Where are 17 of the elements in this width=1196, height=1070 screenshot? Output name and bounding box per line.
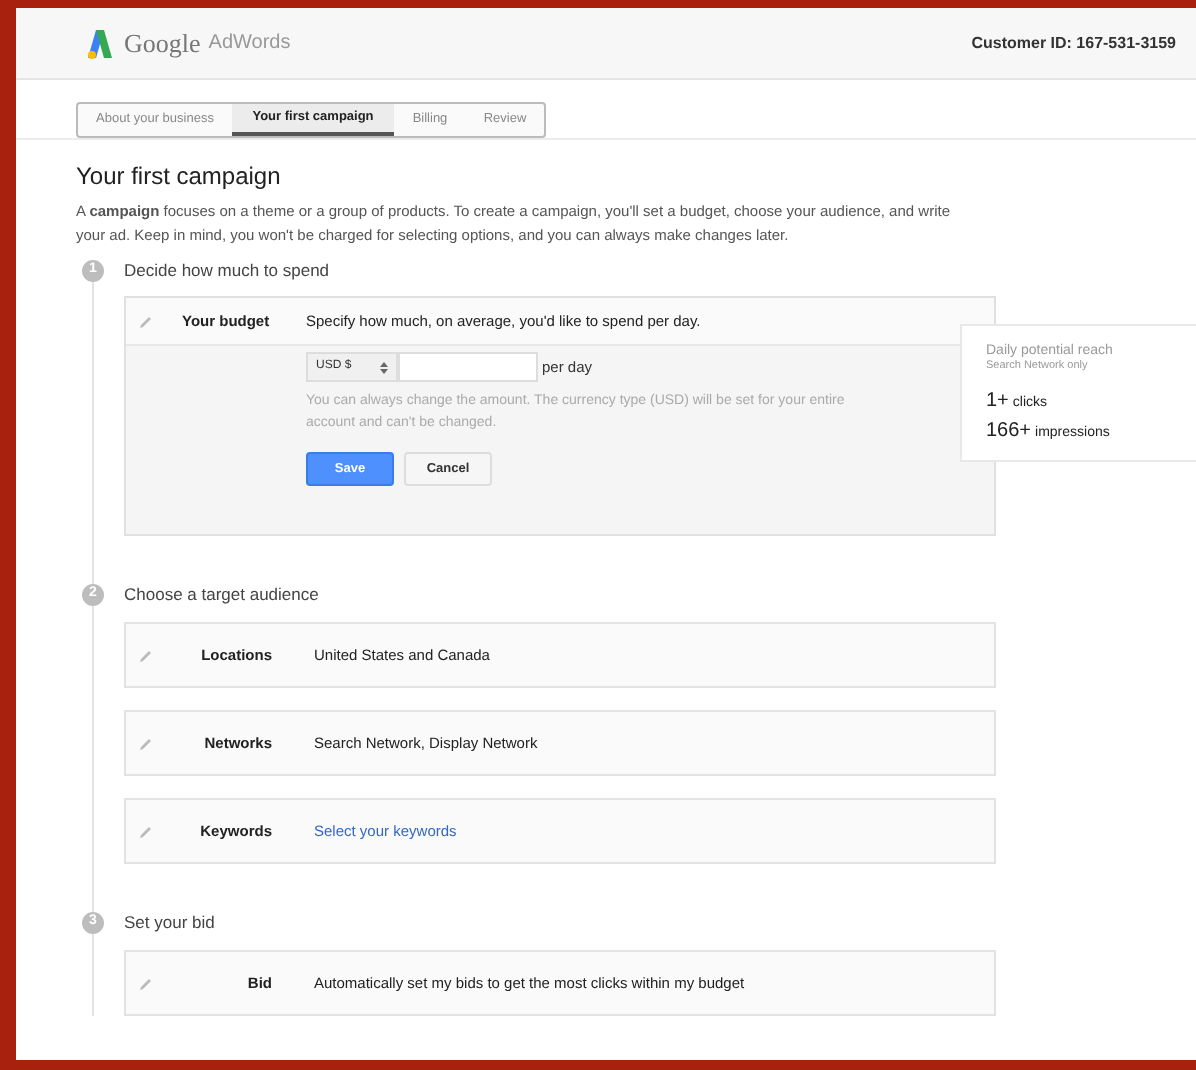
amount-input-field[interactable] bbox=[398, 352, 538, 382]
customer-id: Customer ID: 167-531-3159 bbox=[971, 31, 1176, 55]
edit-icon[interactable] bbox=[138, 647, 154, 663]
logo-icon bbox=[84, 27, 116, 59]
step-title: Set your bid bbox=[124, 909, 215, 935]
product-name: AdWords bbox=[208, 30, 291, 58]
sort-arrows-icon bbox=[380, 361, 388, 373]
edit-icon[interactable] bbox=[138, 735, 154, 751]
edit-icon[interactable] bbox=[138, 975, 154, 991]
step-title: Choose a target audience bbox=[124, 581, 319, 607]
stat-value: 1+ bbox=[986, 390, 1009, 414]
stat-value: 166+ bbox=[986, 420, 1032, 444]
edit-icon[interactable] bbox=[138, 313, 154, 329]
step-title: Decide how much to spend bbox=[124, 257, 330, 283]
edit-icon[interactable] bbox=[138, 823, 154, 839]
logo-text: Google bbox=[124, 25, 201, 62]
page-title: Your first campaign bbox=[76, 162, 283, 190]
